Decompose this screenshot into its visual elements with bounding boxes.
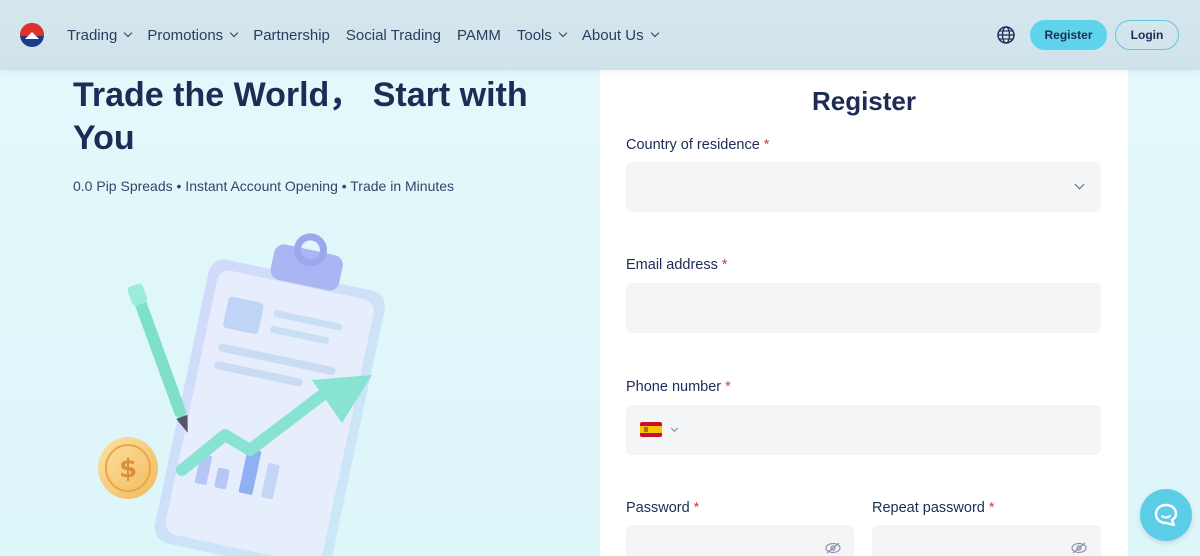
country-label-text: Country of residence <box>626 137 760 153</box>
eye-off-icon[interactable] <box>825 542 841 554</box>
phone-input[interactable] <box>626 405 1101 455</box>
top-navbar: Trading Promotions Partnership Social Tr… <box>0 0 1200 70</box>
hero-subtitle: 0.0 Pip Spreads • Instant Account Openin… <box>73 178 455 194</box>
email-label-text: Email address <box>626 257 718 273</box>
chevron-down-icon <box>229 28 239 38</box>
nav-item-label: Tools <box>516 26 552 44</box>
chevron-down-icon <box>670 424 679 433</box>
nav-item-partnership[interactable]: Partnership <box>253 27 330 44</box>
login-button[interactable]: Login <box>1115 20 1179 50</box>
required-marker: * <box>763 137 770 153</box>
email-label: Email address * <box>626 257 728 273</box>
chat-icon <box>1154 503 1178 527</box>
country-label: Country of residence * <box>626 137 769 153</box>
nav-item-label: Partnership <box>253 26 330 44</box>
form-title: Register <box>811 86 917 116</box>
phone-label-text: Phone number <box>626 379 722 395</box>
password-label: Password * <box>626 500 699 516</box>
required-marker: * <box>988 500 995 516</box>
chevron-down-icon <box>650 28 659 38</box>
country-select[interactable] <box>626 162 1101 212</box>
repeat-password-label: Repeat password * <box>872 500 995 516</box>
chevron-down-icon <box>124 28 133 38</box>
register-form-card: Register Country of residence * Email add… <box>600 70 1128 556</box>
main-nav: Trading Promotions Partnership Social Tr… <box>67 0 674 70</box>
nav-item-about-us[interactable]: About Us <box>581 26 659 44</box>
svg-text:$: $ <box>119 454 137 484</box>
globe-icon[interactable] <box>996 25 1016 45</box>
nav-item-tools[interactable]: Tools <box>516 26 568 44</box>
nav-item-label: About Us <box>581 26 644 44</box>
nav-item-label: Promotions <box>147 26 224 44</box>
required-marker: * <box>721 257 728 273</box>
brand-logo[interactable] <box>20 23 44 47</box>
nav-item-label: PAMM <box>456 26 501 44</box>
spain-flag-icon[interactable] <box>640 422 662 437</box>
chevron-down-icon <box>1074 179 1085 190</box>
password-input[interactable] <box>626 525 854 556</box>
eye-off-icon[interactable] <box>1071 542 1087 554</box>
live-chat-button[interactable] <box>1140 489 1192 541</box>
nav-item-promotions[interactable]: Promotions <box>147 26 239 44</box>
repeat-password-label-text: Repeat password <box>872 500 985 516</box>
nav-item-trading[interactable]: Trading <box>67 26 133 44</box>
email-input[interactable] <box>626 283 1101 333</box>
password-label-text: Password <box>626 500 690 516</box>
repeat-password-input[interactable] <box>872 525 1101 556</box>
nav-item-label: Trading <box>67 26 118 44</box>
nav-item-social-trading[interactable]: Social Trading <box>346 27 441 44</box>
chevron-down-icon <box>558 28 568 38</box>
phone-label: Phone number * <box>626 379 731 395</box>
hero-title: Trade the World， Start with You <box>73 76 528 157</box>
required-marker: * <box>725 379 731 395</box>
clipboard-chart-illustration: $ <box>98 233 385 556</box>
register-button[interactable]: Register <box>1030 20 1107 50</box>
required-marker: * <box>693 500 700 516</box>
nav-item-label: Social Trading <box>345 26 441 44</box>
nav-item-pamm[interactable]: PAMM <box>457 27 501 44</box>
